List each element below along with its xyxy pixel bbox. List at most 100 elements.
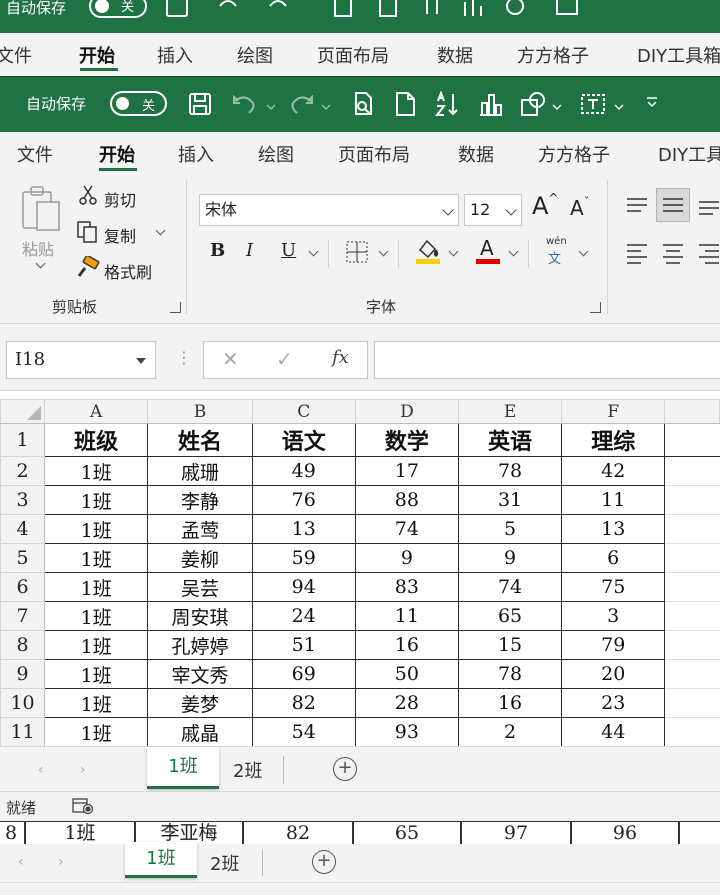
fill-color-dropdown-icon[interactable] [448, 246, 459, 257]
cell[interactable]: 75 [561, 572, 666, 602]
cell[interactable]: 吴芸 [147, 572, 253, 602]
row-header[interactable]: 10 [0, 688, 46, 718]
clipboard-dialog-launcher-icon[interactable] [170, 302, 181, 313]
cell[interactable] [664, 572, 720, 602]
tab-fangfang[interactable]: 方方格子 [538, 141, 610, 167]
cell[interactable]: 51 [251, 630, 356, 660]
cell[interactable]: 1班 [44, 630, 149, 660]
cell[interactable]: 42 [561, 456, 666, 486]
cell[interactable]: 李静 [147, 485, 253, 515]
autosave-toggle[interactable]: 关 [110, 91, 167, 116]
cell[interactable] [664, 456, 720, 486]
cell[interactable]: 1班 [44, 485, 149, 515]
tab-page-layout[interactable]: 页面布局 [338, 141, 410, 167]
enter-icon[interactable]: ✓ [276, 347, 293, 371]
cell[interactable] [664, 717, 720, 746]
cell[interactable]: 78 [457, 659, 563, 689]
row-header[interactable]: 11 [0, 717, 46, 746]
cell[interactable]: 31 [457, 485, 563, 515]
print-preview-icon[interactable] [350, 91, 376, 117]
row-header[interactable]: 4 [0, 514, 46, 544]
cell[interactable]: 74 [457, 572, 563, 602]
tab-file[interactable]: 文件 [17, 141, 53, 167]
bg-tab-file[interactable]: 文件 [0, 42, 32, 68]
cell[interactable]: 1班 [44, 688, 149, 718]
align-center-icon[interactable] [662, 242, 684, 268]
bg-tab-fangfang[interactable]: 方方格子 [517, 42, 589, 68]
format-painter-icon[interactable] [76, 254, 100, 284]
row-header[interactable]: 8 [0, 630, 46, 660]
name-box[interactable]: I18 [6, 341, 156, 379]
prev-sheet-icon[interactable]: ‹ [38, 762, 44, 778]
cut-button[interactable]: 剪切 [104, 187, 136, 211]
row-header[interactable]: 2 [0, 456, 46, 486]
bg-tab-insert[interactable]: 插入 [157, 42, 193, 68]
cell[interactable]: 23 [561, 688, 666, 718]
cell[interactable]: 59 [251, 543, 356, 573]
macro-recording-icon[interactable] [72, 797, 94, 815]
formula-bar-grip-icon[interactable]: ⋮ [176, 348, 192, 367]
shapes-icon[interactable] [520, 91, 546, 117]
cell[interactable]: 28 [354, 688, 459, 718]
paste-button-label[interactable]: 粘贴 [22, 236, 54, 260]
cell[interactable]: 88 [354, 485, 459, 515]
select-all-corner[interactable] [0, 399, 46, 424]
cell[interactable] [664, 659, 720, 689]
insert-function-icon[interactable]: fx [332, 347, 349, 368]
align-right-icon[interactable] [698, 242, 720, 268]
cell[interactable]: 1班 [44, 717, 149, 746]
cell[interactable]: 周安琪 [147, 601, 253, 631]
cell[interactable]: 11 [561, 485, 666, 515]
cell[interactable]: 1班 [44, 543, 149, 573]
align-middle-icon[interactable] [656, 188, 690, 222]
undo-dropdown-icon[interactable] [266, 97, 276, 111]
cell[interactable]: 94 [251, 572, 356, 602]
column-header[interactable]: A [44, 399, 149, 424]
cell[interactable]: 理综 [561, 423, 666, 457]
tab-draw[interactable]: 绘图 [258, 141, 294, 167]
column-header[interactable]: F [561, 399, 666, 424]
tab-insert[interactable]: 插入 [178, 141, 214, 167]
cell[interactable]: 6 [561, 543, 666, 573]
bold-button[interactable]: B [210, 240, 225, 261]
bg-next-sheet-icon[interactable]: › [58, 854, 64, 870]
cell[interactable]: 戚晶 [147, 717, 253, 746]
tab-data[interactable]: 数据 [458, 141, 494, 167]
cell[interactable]: 49 [251, 456, 356, 486]
sheet-tab-1[interactable]: 1班 [147, 747, 219, 789]
increase-font-size-button[interactable]: A^ [532, 191, 558, 220]
bg-tab-diy[interactable]: DIY工具箱 [637, 42, 720, 68]
cell[interactable]: 76 [251, 485, 356, 515]
font-name-dropdown[interactable]: 宋体 [199, 194, 459, 226]
font-color-icon[interactable]: A [474, 236, 502, 266]
column-header[interactable]: D [354, 399, 459, 424]
redo-icon[interactable] [288, 91, 314, 117]
cell[interactable]: 24 [251, 601, 356, 631]
new-file-icon[interactable] [392, 91, 418, 117]
cell[interactable]: 宰文秀 [147, 659, 253, 689]
cell[interactable]: 1班 [44, 572, 149, 602]
font-size-dropdown[interactable]: 12 [464, 194, 522, 226]
cell[interactable]: 69 [251, 659, 356, 689]
cell[interactable]: 5 [457, 514, 563, 544]
borders-dropdown-icon[interactable] [378, 246, 389, 257]
paste-icon[interactable] [20, 184, 64, 240]
text-box-dropdown-icon[interactable] [614, 97, 624, 111]
cell[interactable]: 班级 [44, 423, 149, 457]
scissors-icon[interactable] [78, 184, 98, 210]
cell[interactable]: 1班 [44, 514, 149, 544]
cell[interactable] [664, 543, 720, 573]
bg-tab-home[interactable]: 开始 [79, 42, 115, 68]
paste-dropdown-icon[interactable] [35, 258, 46, 269]
cell[interactable]: 50 [354, 659, 459, 689]
font-dialog-launcher-icon[interactable] [590, 302, 601, 313]
cell[interactable]: 戚珊 [147, 456, 253, 486]
bg-sheet-tab-2[interactable]: 2班 [210, 850, 239, 876]
cell[interactable] [664, 514, 720, 544]
cell[interactable] [664, 423, 720, 457]
cell[interactable] [664, 630, 720, 660]
format-painter-button[interactable]: 格式刷 [104, 259, 152, 283]
borders-icon[interactable] [345, 240, 369, 268]
underline-dropdown-icon[interactable] [308, 246, 319, 257]
formula-input[interactable] [374, 341, 720, 379]
